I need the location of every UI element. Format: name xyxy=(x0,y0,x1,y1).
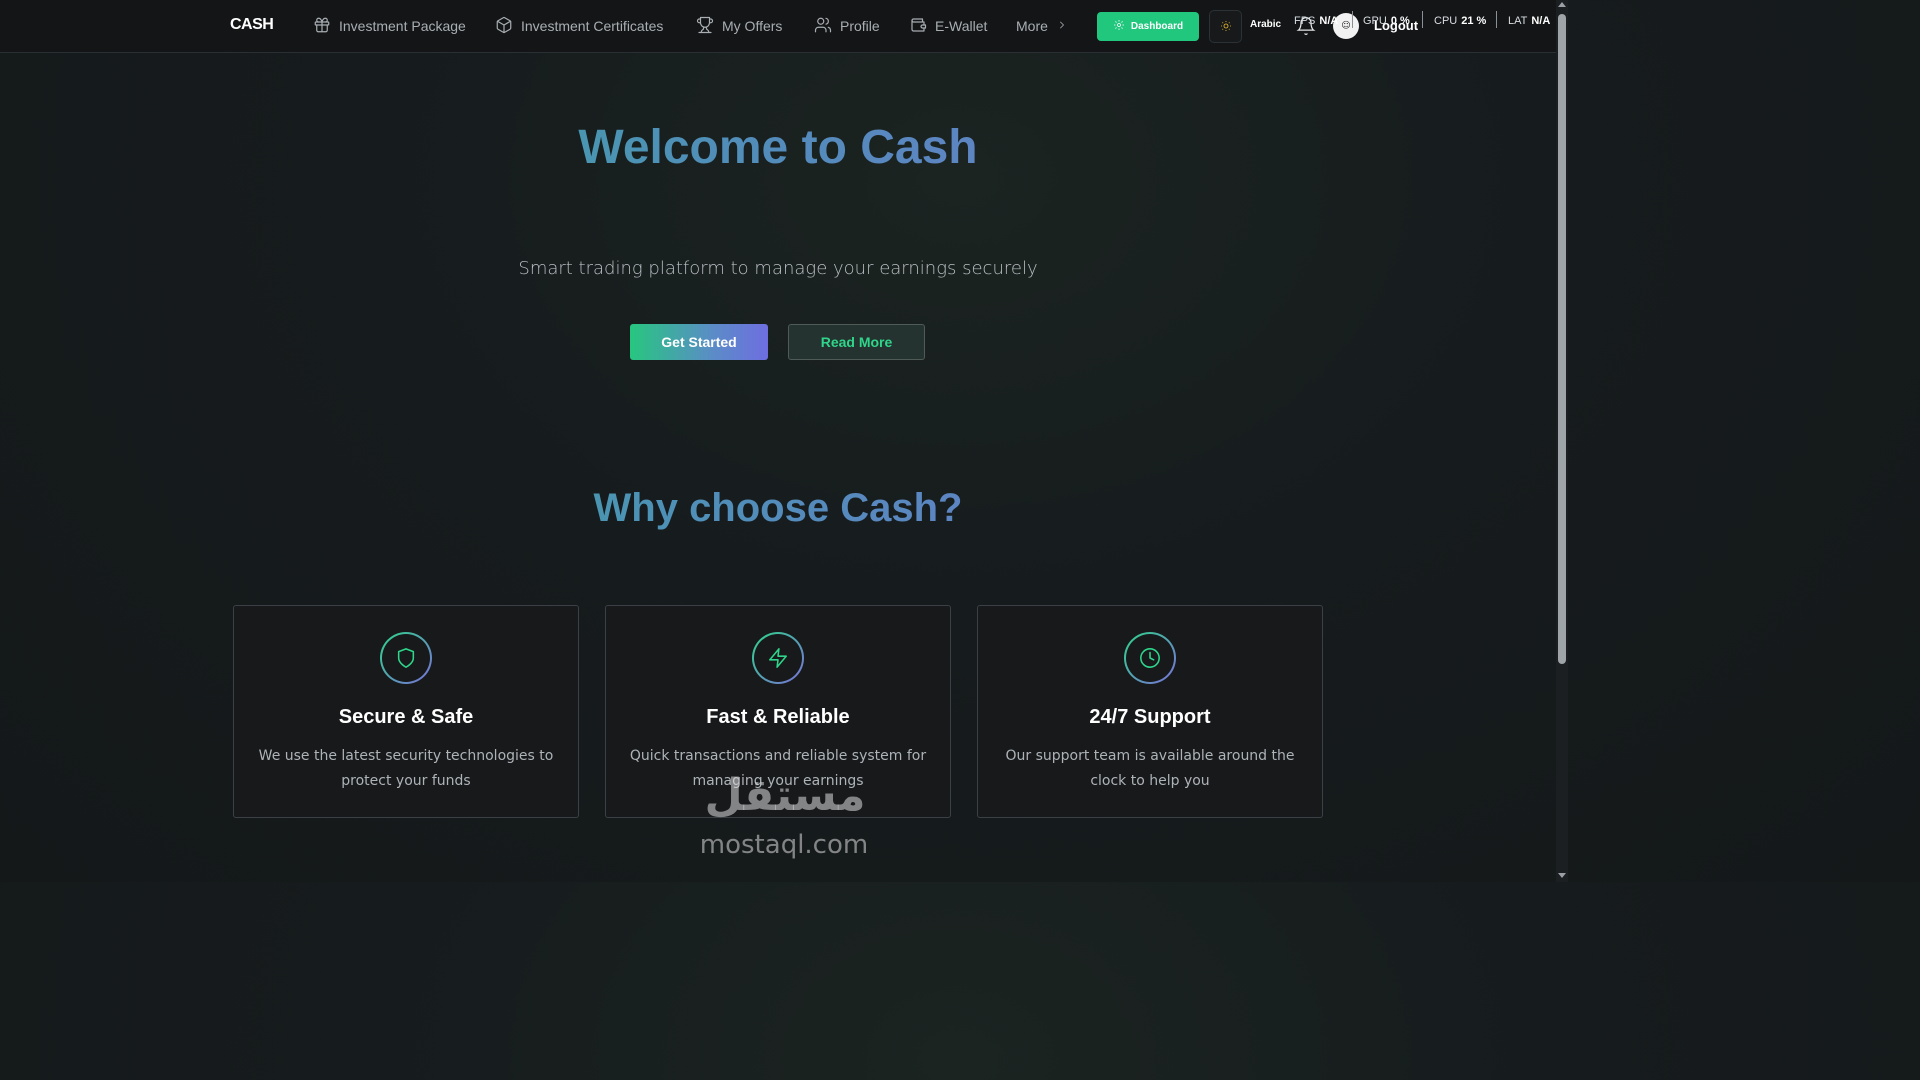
dashboard-button[interactable]: Dashboard xyxy=(1097,12,1199,41)
nav-more[interactable]: More xyxy=(1016,16,1068,36)
nav-e-wallet[interactable]: E-Wallet xyxy=(909,16,987,36)
hero-title: Welcome to Cash xyxy=(0,120,1556,176)
scrollbar[interactable] xyxy=(1556,0,1568,882)
perf-gpu: GPU 0 % xyxy=(1363,15,1410,27)
gear-icon xyxy=(1113,19,1125,34)
perf-fps: FPS N/A xyxy=(1294,15,1339,27)
card-title: 24/7 Support xyxy=(1089,706,1211,728)
card-description: We use the latest security technologies … xyxy=(258,748,554,789)
nav-label: Investment Certificates xyxy=(521,18,664,34)
nav-label: More xyxy=(1016,18,1048,34)
scrollbar-thumb[interactable] xyxy=(1558,14,1566,664)
watermark-logo: مستقل xyxy=(704,770,866,821)
users-icon xyxy=(814,16,832,37)
shield-icon xyxy=(380,632,432,684)
perf-divider xyxy=(1496,11,1497,28)
scroll-down-arrow-icon[interactable] xyxy=(1558,873,1566,878)
theme-toggle-button[interactable] xyxy=(1209,10,1242,43)
package-icon xyxy=(495,16,513,37)
feature-card-support: 24/7 Support Our support team is availab… xyxy=(977,605,1323,818)
sun-icon xyxy=(1220,17,1232,36)
clock-icon xyxy=(1124,632,1176,684)
cash-logo[interactable]: CASH xyxy=(230,16,274,34)
perf-lat: LAT N/A xyxy=(1508,15,1551,27)
card-description: Our support team is available around the… xyxy=(1005,748,1295,789)
nav-label: My Offers xyxy=(722,18,783,34)
wallet-icon xyxy=(909,16,927,37)
perf-divider xyxy=(1422,11,1423,28)
nav-my-offers[interactable]: My Offers xyxy=(696,16,782,36)
trophy-icon xyxy=(696,16,714,37)
hero-subtitle: Smart trading platform to manage your ea… xyxy=(518,258,1038,279)
watermark-text: mostaql.com xyxy=(699,830,869,860)
scroll-up-arrow-icon[interactable] xyxy=(1558,2,1566,7)
top-navbar: CASH Investment Package Investment Certi… xyxy=(0,0,1556,53)
perf-divider xyxy=(1352,11,1353,28)
feature-card-secure: Secure & Safe We use the latest security… xyxy=(233,605,579,818)
nav-label: Investment Package xyxy=(339,18,466,34)
nav-investment-certificates[interactable]: Investment Certificates xyxy=(495,16,663,36)
read-more-button[interactable]: Read More xyxy=(788,324,925,360)
get-started-button[interactable]: Get Started xyxy=(630,324,768,360)
dashboard-label: Dashboard xyxy=(1130,21,1184,32)
language-switch[interactable]: Arabic xyxy=(1250,19,1281,30)
nav-investment-package[interactable]: Investment Package xyxy=(313,16,466,36)
card-title: Fast & Reliable xyxy=(706,706,850,728)
perf-cpu: CPU 21 % xyxy=(1434,15,1487,27)
card-title: Secure & Safe xyxy=(338,706,474,728)
lightning-icon xyxy=(752,632,804,684)
nav-label: E-Wallet xyxy=(935,18,988,34)
section-title: Why choose Cash? xyxy=(0,484,1556,532)
chevron-right-icon xyxy=(1056,18,1068,34)
gift-icon xyxy=(313,16,331,37)
nav-label: Profile xyxy=(840,18,880,34)
nav-profile[interactable]: Profile xyxy=(814,16,880,36)
